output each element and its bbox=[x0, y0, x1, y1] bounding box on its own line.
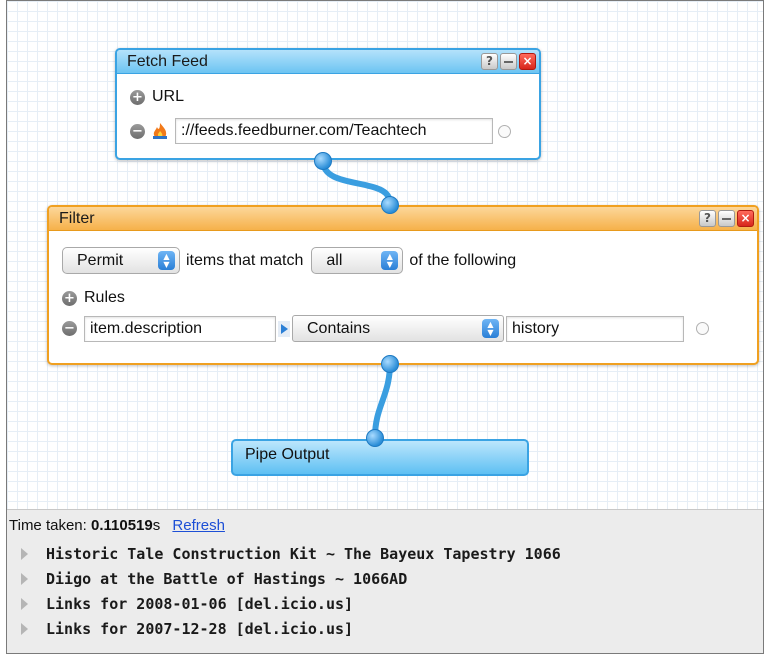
permit-select[interactable]: Permit ▲ ▼ bbox=[62, 247, 180, 274]
pipes-editor-frame: Fetch Feed ? × + URL − ://feeds.feedburn bbox=[6, 0, 764, 654]
fetch-feed-module[interactable]: Fetch Feed ? × + URL − ://feeds.feedburn bbox=[115, 48, 541, 160]
result-item[interactable]: Historic Tale Construction Kit ~ The Bay… bbox=[21, 545, 561, 563]
filter-mode-row: Permit ▲ ▼ items that match all ▲ ▼ of the… bbox=[62, 247, 516, 274]
rules-label: Rules bbox=[84, 289, 125, 306]
result-item-title: Diigo at the Battle of Hastings ~ 1066AD bbox=[46, 570, 408, 588]
minimize-icon[interactable] bbox=[718, 210, 735, 227]
result-item[interactable]: Diigo at the Battle of Hastings ~ 1066AD bbox=[21, 570, 407, 588]
filter-title-bar[interactable]: Filter ? × bbox=[49, 207, 757, 231]
help-icon[interactable]: ? bbox=[699, 210, 716, 227]
items-that-match-text: items that match bbox=[186, 251, 304, 269]
result-item[interactable]: Links for 2008-01-06 [del.icio.us] bbox=[21, 595, 353, 613]
select-arrows-icon: ▲ ▼ bbox=[381, 251, 399, 270]
plus-icon[interactable]: + bbox=[130, 89, 145, 105]
expand-triangle-icon[interactable] bbox=[21, 573, 28, 585]
result-item-title: Historic Tale Construction Kit ~ The Bay… bbox=[46, 545, 561, 563]
of-the-following-text: of the following bbox=[409, 251, 517, 269]
rules-header-row: + Rules bbox=[62, 289, 125, 307]
expand-triangle-icon[interactable] bbox=[21, 623, 28, 635]
rule-operator-select[interactable]: Contains ▲ ▼ bbox=[292, 315, 504, 342]
filter-module[interactable]: Filter ? × Permit ▲ ▼ items that match al… bbox=[47, 205, 759, 365]
output-input-terminal[interactable] bbox=[366, 429, 384, 447]
feed-url-field[interactable]: ://feeds.feedburner.com/Teachtech bbox=[175, 118, 493, 144]
time-taken-unit: s bbox=[152, 517, 161, 534]
minus-icon[interactable]: − bbox=[62, 321, 77, 336]
url-input-row: − ://feeds.feedburner.com/Teachtech bbox=[130, 118, 511, 144]
expand-triangle-icon[interactable] bbox=[21, 548, 28, 560]
minimize-icon[interactable] bbox=[500, 53, 517, 70]
url-header-row: + URL bbox=[130, 88, 184, 106]
pipe-output-title: Pipe Output bbox=[245, 446, 330, 463]
select-arrows-icon: ▲ ▼ bbox=[158, 251, 175, 270]
rule-value-terminal[interactable] bbox=[696, 322, 709, 335]
rule-row: − item.description Contains ▲ ▼ history bbox=[62, 315, 709, 342]
debugger-results-panel: Time taken: 0.110519s Refresh Historic T… bbox=[7, 509, 763, 653]
expand-triangle-icon[interactable] bbox=[21, 598, 28, 610]
match-select-value: all bbox=[326, 251, 343, 269]
fetch-feed-title: Fetch Feed bbox=[127, 53, 208, 70]
time-taken-line: Time taken: 0.110519s Refresh bbox=[9, 517, 225, 534]
help-icon[interactable]: ? bbox=[481, 53, 498, 70]
time-taken-label: Time taken: bbox=[9, 517, 87, 534]
permit-select-value: Permit bbox=[77, 251, 124, 269]
filter-output-terminal[interactable] bbox=[381, 355, 399, 373]
match-select[interactable]: all ▲ ▼ bbox=[311, 247, 404, 274]
result-item-title: Links for 2007-12-28 [del.icio.us] bbox=[46, 620, 354, 638]
result-item[interactable]: Links for 2007-12-28 [del.icio.us] bbox=[21, 620, 353, 638]
filter-title: Filter bbox=[59, 210, 95, 227]
url-terminal[interactable] bbox=[498, 124, 511, 138]
plus-icon[interactable]: + bbox=[62, 290, 77, 306]
close-icon[interactable]: × bbox=[519, 53, 536, 70]
refresh-link[interactable]: Refresh bbox=[172, 517, 225, 534]
rule-value-input[interactable]: history bbox=[506, 315, 684, 342]
pipe-canvas[interactable]: Fetch Feed ? × + URL − ://feeds.feedburn bbox=[7, 1, 763, 509]
fetch-output-terminal[interactable] bbox=[314, 152, 332, 170]
close-icon[interactable]: × bbox=[737, 210, 754, 227]
wire-fetch-to-filter bbox=[320, 158, 393, 206]
result-item-title: Links for 2008-01-06 [del.icio.us] bbox=[46, 595, 354, 613]
filter-input-terminal[interactable] bbox=[381, 196, 399, 214]
feed-flame-icon bbox=[153, 123, 167, 139]
fetch-feed-title-bar[interactable]: Fetch Feed ? × bbox=[117, 50, 539, 74]
time-taken-value: 0.110519 bbox=[90, 517, 153, 534]
select-arrows-icon: ▲ ▼ bbox=[482, 319, 499, 338]
field-chooser-arrow-icon[interactable] bbox=[278, 320, 290, 337]
wire-filter-to-output bbox=[372, 360, 393, 440]
minus-icon[interactable]: − bbox=[130, 123, 145, 139]
rule-field-input[interactable]: item.description bbox=[84, 315, 276, 342]
url-label: URL bbox=[152, 88, 185, 105]
rule-operator-value: Contains bbox=[307, 319, 371, 337]
